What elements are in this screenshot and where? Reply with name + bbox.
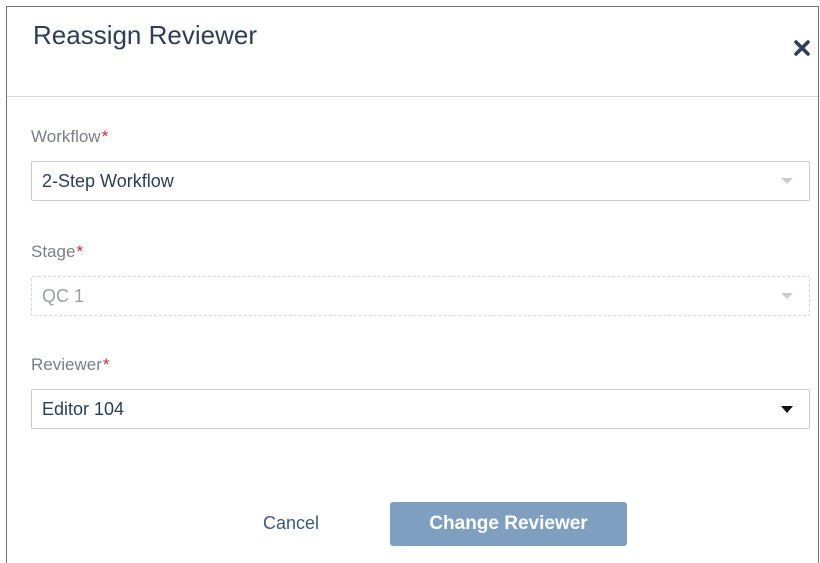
stage-label-text: Stage	[31, 242, 76, 261]
stage-label: Stage*	[31, 242, 83, 262]
chevron-down-icon	[781, 406, 793, 413]
workflow-select-value: 2-Step Workflow	[42, 171, 174, 191]
required-marker: *	[101, 127, 109, 146]
stage-select-value: QC 1	[42, 286, 85, 306]
reviewer-label-text: Reviewer	[31, 355, 102, 374]
dialog-header: Reassign Reviewer	[7, 7, 818, 97]
reassign-reviewer-dialog: Reassign Reviewer Workflow* 2-Step Workf…	[6, 6, 819, 563]
workflow-label-text: Workflow	[31, 127, 101, 146]
dialog-title: Reassign Reviewer	[33, 20, 257, 50]
chevron-down-icon	[781, 178, 793, 184]
workflow-select[interactable]: 2-Step Workflow	[31, 161, 810, 201]
stage-select[interactable]: QC 1	[31, 276, 810, 316]
required-marker: *	[76, 242, 84, 261]
reviewer-select[interactable]: Editor 104	[31, 389, 810, 429]
reviewer-label: Reviewer*	[31, 355, 109, 375]
cancel-button[interactable]: Cancel	[263, 513, 319, 534]
workflow-label: Workflow*	[31, 127, 108, 147]
close-icon[interactable]	[793, 39, 811, 57]
required-marker: *	[102, 355, 110, 374]
reviewer-select-value: Editor 104	[42, 399, 125, 419]
change-reviewer-button[interactable]: Change Reviewer	[390, 502, 627, 546]
chevron-down-icon	[781, 293, 793, 299]
